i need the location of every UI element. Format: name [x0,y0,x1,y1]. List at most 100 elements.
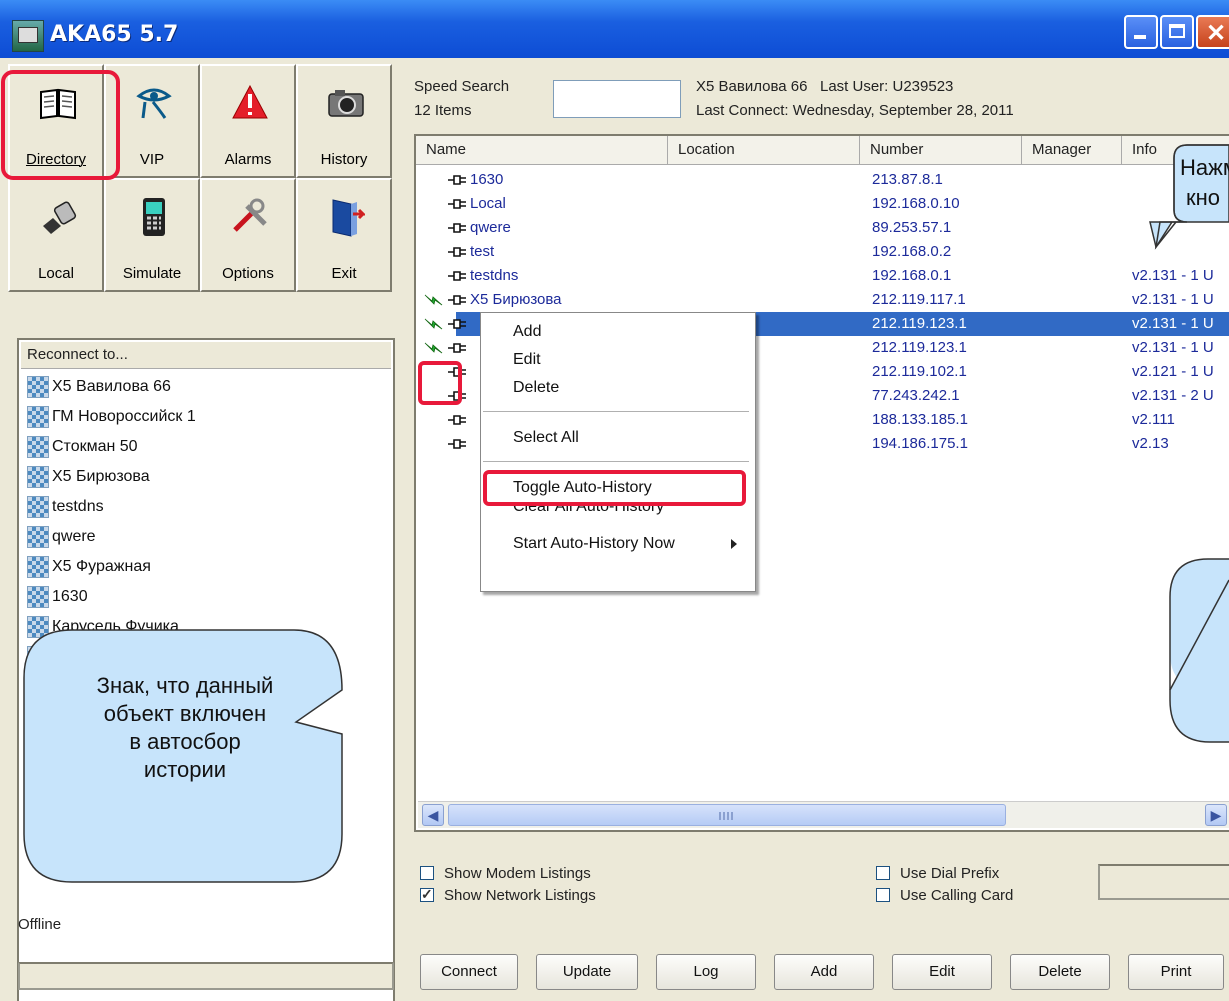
checkbox-box[interactable] [876,866,890,880]
connection-status: Offline [18,916,62,933]
menu-clear-auto-history[interactable]: Clear All Auto-History [481,506,751,518]
reconnect-item-label: testdns [52,498,104,515]
history-button[interactable]: History [296,64,392,178]
warning-icon [232,84,268,119]
row-name: test [470,243,495,260]
reconnect-item[interactable]: Карусель Фучика [27,612,389,642]
site-icon [27,646,49,668]
table-row[interactable]: 1630 213.87.8.1 [416,168,1229,192]
menu-start-auto-history[interactable]: Start Auto-History Now [481,533,751,557]
menu-clear-label: Clear All Auto-History [513,506,665,515]
row-number: 212.119.117.1 [872,291,966,308]
local-button[interactable]: Local [8,178,104,292]
menu-add[interactable]: Add [481,321,751,345]
prefix-field[interactable] [1098,864,1229,900]
reconnect-item[interactable]: Х5 Вавилова 66 [27,372,389,402]
plug-icon [448,317,468,331]
close-button[interactable] [1196,15,1229,49]
reconnect-item[interactable]: testdns [27,492,389,522]
column-manager[interactable]: Manager [1022,136,1122,164]
reconnect-item[interactable]: 1630 [27,582,389,612]
scroll-right-button[interactable]: ▶ [1205,804,1227,826]
plug-icon [448,269,468,283]
row-name: qwere [470,219,511,236]
reconnect-item-label: 1630 [52,588,88,605]
alarms-button[interactable]: Alarms [200,64,296,178]
row-info: v2.131 - 1 U [1132,291,1214,308]
reconnect-list: Х5 Вавилова 66 ГМ Новороссийск 1 Стокман 5… [27,372,389,672]
reconnect-item-label: ГМ Новороссийск 1 [52,408,196,425]
show-network-label: Show Network Listings [444,886,596,904]
menu-separator [483,411,749,412]
use-calling-card-checkbox[interactable]: Use Calling Card [876,884,1013,906]
speed-search-input[interactable] [553,80,681,118]
exit-label: Exit [331,265,357,282]
row-name: 1630 [470,171,504,188]
table-row[interactable]: Х5 Бирюзова 212.119.117.1 v2.131 - 1 U [416,288,1229,312]
show-modem-checkbox[interactable]: Show Modem Listings [420,862,591,884]
print-button[interactable]: Print [1128,954,1224,990]
menu-start-label: Start Auto-History Now [513,535,675,552]
exit-button[interactable]: Exit [296,178,392,292]
add-button[interactable]: Add [774,954,874,990]
last-connect: Last Connect: Wednesday, September 28, 2… [696,102,1014,119]
menu-select-all[interactable]: Select All [481,427,751,451]
reconnect-item-label: Х5 Фуражная [52,558,151,575]
menu-delete-label: Delete [513,379,560,396]
column-location[interactable]: Location [668,136,860,164]
connect-button[interactable]: Connect [420,954,518,990]
show-network-checkbox[interactable]: Show Network Listings [420,884,596,906]
reconnect-item[interactable]: qwere [27,522,389,552]
auto-history-bolt-icon [424,341,444,355]
callout-line-3: в автосбор [129,729,241,754]
menu-separator [483,461,749,462]
maximize-button[interactable] [1160,15,1194,49]
menu-delete[interactable]: Delete [481,377,751,401]
menu-edit[interactable]: Edit [481,349,751,373]
reconnect-panel: Reconnect to... Х5 Вавилова 66 ГМ Новорос… [17,338,395,1001]
reconnect-item[interactable]: Х5 Фуражная [27,552,389,582]
update-button[interactable]: Update [536,954,638,990]
status-field [18,962,394,990]
simulate-button[interactable]: Simulate [104,178,200,292]
plug-icon [448,413,468,427]
row-number: 212.119.123.1 [872,315,967,332]
row-number: 192.168.0.2 [872,243,952,260]
plug-icon [448,245,468,259]
reconnect-item[interactable]: Стокман 50 [27,432,389,462]
reconnect-item[interactable]: Local [27,642,389,672]
scroll-left-button[interactable]: ◀ [422,804,444,826]
checkbox-box[interactable] [420,886,434,903]
horizontal-scrollbar[interactable]: ◀ ▶ [418,801,1229,828]
use-dial-prefix-label: Use Dial Prefix [900,864,1000,882]
table-row[interactable]: test 192.168.0.2 [416,240,1229,264]
use-dial-prefix-checkbox[interactable]: Use Dial Prefix [876,862,999,884]
options-button[interactable]: Options [200,178,296,292]
row-info: v2.131 - 1 U [1132,339,1214,356]
table-row[interactable]: Local 192.168.0.10 [416,192,1229,216]
column-name[interactable]: Name [416,136,668,164]
row-info: v2.13 [1132,435,1169,452]
menu-add-label: Add [513,323,542,340]
table-row[interactable]: qwere 89.253.57.1 [416,216,1229,240]
row-number: 77.243.242.1 [872,387,960,404]
use-calling-card-label: Use Calling Card [900,886,1014,904]
reconnect-item[interactable]: Х5 Бирюзова [27,462,389,492]
checkbox-box[interactable] [420,866,434,880]
delete-button[interactable]: Delete [1010,954,1110,990]
log-button[interactable]: Log [656,954,756,990]
site-icon [27,616,49,638]
callout-left-text: Знак, что данный объект включен в автосб… [30,672,340,784]
checkbox-box[interactable] [876,888,890,902]
context-menu: Add Edit Delete Select All Toggle Auto-H… [480,312,756,592]
show-modem-label: Show Modem Listings [444,864,591,882]
column-number[interactable]: Number [860,136,1022,164]
reconnect-item[interactable]: ГМ Новороссийск 1 [27,402,389,432]
auto-history-bolt-icon [424,317,444,331]
speed-search-label: Speed Search [414,78,510,95]
exit-door-icon [332,199,365,237]
table-row[interactable]: testdns 192.168.0.1 v2.131 - 1 U [416,264,1229,288]
scroll-thumb[interactable] [448,804,1006,826]
edit-button[interactable]: Edit [892,954,992,990]
minimize-button[interactable] [1124,15,1158,49]
